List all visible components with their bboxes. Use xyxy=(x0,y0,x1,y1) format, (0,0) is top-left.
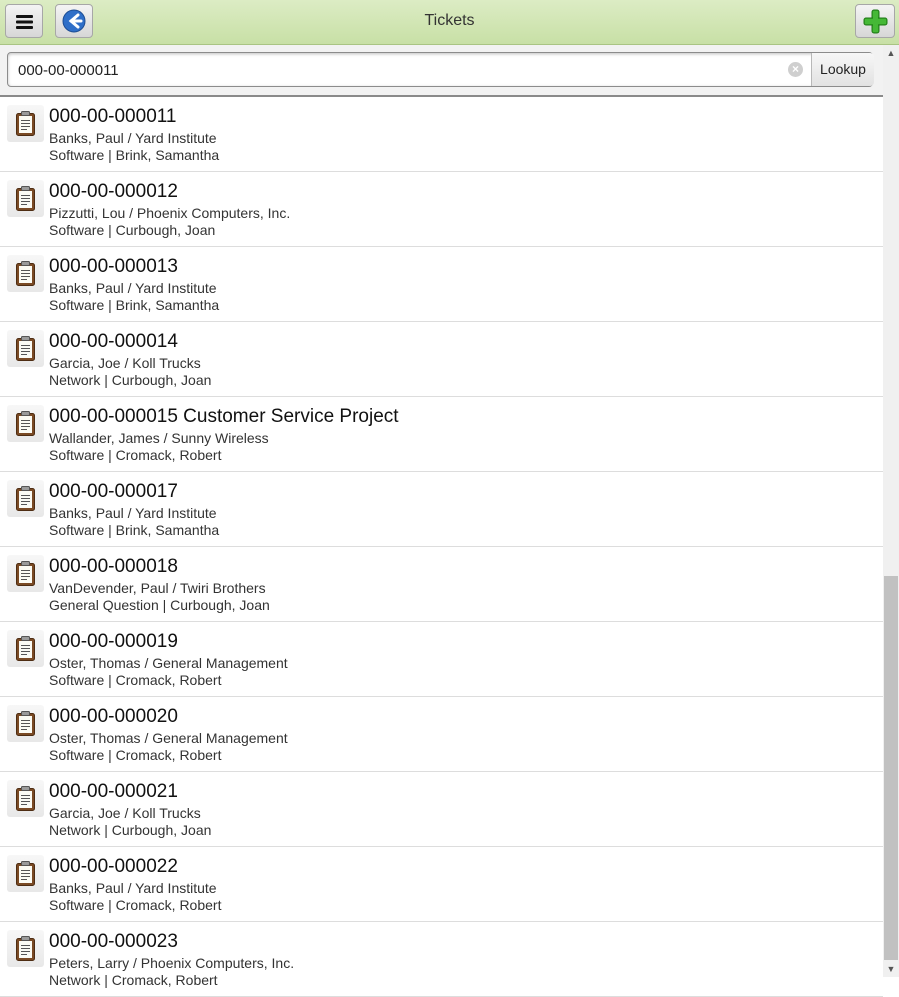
ticket-category-owner: Software | Cromack, Robert xyxy=(49,672,222,688)
ticket-contact: Garcia, Joe / Koll Trucks xyxy=(49,355,201,371)
ticket-row[interactable]: 000-00-000014 Garcia, Joe / Koll Trucks Ne… xyxy=(0,322,883,397)
ticket-contact: Pizzutti, Lou / Phoenix Computers, Inc. xyxy=(49,205,291,221)
scroll-down-arrow-icon[interactable]: ▼ xyxy=(883,961,899,977)
ticket-contact: Wallander, James / Sunny Wireless xyxy=(49,430,269,446)
ticket-category-owner: Software | Cromack, Robert xyxy=(49,747,222,763)
ticket-row[interactable]: 000-00-000020 Oster, Thomas / General Man… xyxy=(0,697,883,772)
ticket-category-owner: Software | Brink, Samantha xyxy=(49,147,220,163)
ticket-category-owner: Software | Cromack, Robert xyxy=(49,897,222,913)
ticket-row[interactable]: 000-00-000022 Banks, Paul / Yard Institut… xyxy=(0,847,883,922)
clipboard-icon xyxy=(7,630,44,667)
clipboard-icon xyxy=(7,405,44,442)
ticket-contact: Oster, Thomas / General Management xyxy=(49,730,288,746)
clipboard-icon xyxy=(7,105,44,142)
clipboard-icon xyxy=(7,705,44,742)
clipboard-icon xyxy=(7,480,44,517)
ticket-row[interactable]: 000-00-000012 Pizzutti, Lou / Phoenix Com… xyxy=(0,172,883,247)
clipboard-icon xyxy=(7,255,44,292)
ticket-title: 000-00-000020 xyxy=(49,706,178,727)
ticket-title: 000-00-000019 xyxy=(49,631,178,652)
ticket-contact: Oster, Thomas / General Management xyxy=(49,655,288,671)
page-title: Tickets xyxy=(424,12,475,29)
search-input-value[interactable]: 000-00-000011 xyxy=(18,62,119,79)
add-ticket-button[interactable] xyxy=(855,4,895,38)
ticket-title: 000-00-000022 xyxy=(49,856,178,877)
ticket-contact: Banks, Paul / Yard Institute xyxy=(49,280,217,296)
ticket-category-owner: Network | Cromack, Robert xyxy=(49,972,218,988)
ticket-contact: Banks, Paul / Yard Institute xyxy=(49,505,217,521)
ticket-row[interactable]: 000-00-000018 VanDevender, Paul / Twiri B… xyxy=(0,547,883,622)
clear-icon[interactable]: × xyxy=(788,62,803,77)
ticket-title: 000-00-000011 xyxy=(49,106,177,127)
top-bar: Tickets xyxy=(0,0,899,45)
ticket-category-owner: Software | Cromack, Robert xyxy=(49,447,222,463)
clipboard-icon xyxy=(7,855,44,892)
clipboard-icon xyxy=(7,780,44,817)
ticket-row[interactable]: 000-00-000011 Banks, Paul / Yard Institut… xyxy=(0,97,883,172)
clipboard-icon xyxy=(7,555,44,592)
scrollbar[interactable]: ▲ ▼ xyxy=(883,45,899,977)
ticket-category-owner: Software | Brink, Samantha xyxy=(49,522,220,538)
ticket-title: 000-00-000012 xyxy=(49,181,178,202)
scroll-up-arrow-icon[interactable]: ▲ xyxy=(883,45,899,61)
ticket-category-owner: General Question | Curbough, Joan xyxy=(49,597,270,613)
ticket-title: 000-00-000015 Customer Service Project xyxy=(49,406,399,427)
plus-icon xyxy=(863,9,888,34)
ticket-row[interactable]: 000-00-000023 Peters, Larry / Phoenix Com… xyxy=(0,922,883,997)
ticket-title: 000-00-000017 xyxy=(49,481,178,502)
scroll-thumb[interactable] xyxy=(884,576,898,960)
ticket-title: 000-00-000014 xyxy=(49,331,178,352)
ticket-title: 000-00-000021 xyxy=(49,781,178,802)
search-bar: 000-00-000011 × Lookup xyxy=(0,45,883,97)
ticket-contact: Garcia, Joe / Koll Trucks xyxy=(49,805,201,821)
search-input[interactable]: 000-00-000011 × Lookup xyxy=(7,52,874,87)
ticket-row[interactable]: 000-00-000013 Banks, Paul / Yard Institut… xyxy=(0,247,883,322)
ticket-row[interactable]: 000-00-000015 Customer Service Project Wa… xyxy=(0,397,883,472)
ticket-category-owner: Network | Curbough, Joan xyxy=(49,372,212,388)
clipboard-icon xyxy=(7,180,44,217)
ticket-row[interactable]: 000-00-000019 Oster, Thomas / General Man… xyxy=(0,622,883,697)
ticket-title: 000-00-000018 xyxy=(49,556,178,577)
ticket-contact: Peters, Larry / Phoenix Computers, Inc. xyxy=(49,955,295,971)
ticket-row[interactable]: 000-00-000021 Garcia, Joe / Koll Trucks Ne… xyxy=(0,772,883,847)
ticket-category-owner: Software | Curbough, Joan xyxy=(49,222,216,238)
clipboard-icon xyxy=(7,330,44,367)
lookup-button[interactable]: Lookup xyxy=(811,53,874,86)
clipboard-icon xyxy=(7,930,44,967)
ticket-contact: Banks, Paul / Yard Institute xyxy=(49,130,217,146)
ticket-title: 000-00-000023 xyxy=(49,931,178,952)
ticket-list: 000-00-000011 Banks, Paul / Yard Institut… xyxy=(0,97,883,997)
ticket-contact: VanDevender, Paul / Twiri Brothers xyxy=(49,580,266,596)
ticket-contact: Banks, Paul / Yard Institute xyxy=(49,880,217,896)
ticket-title: 000-00-000013 xyxy=(49,256,178,277)
ticket-category-owner: Network | Curbough, Joan xyxy=(49,822,212,838)
ticket-row[interactable]: 000-00-000017 Banks, Paul / Yard Institut… xyxy=(0,472,883,547)
ticket-category-owner: Software | Brink, Samantha xyxy=(49,297,220,313)
